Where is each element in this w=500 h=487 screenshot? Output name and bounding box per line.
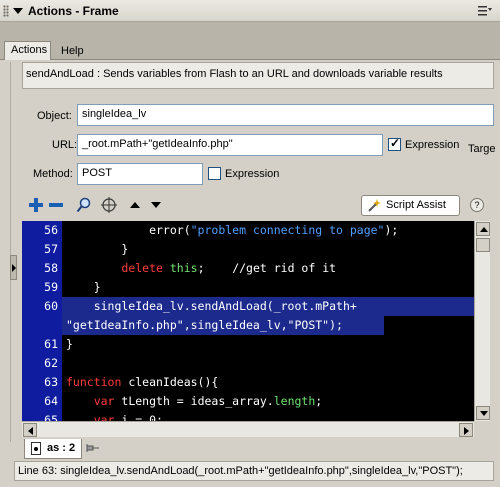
code-line-highlighted: 60 singleIdea_lv.sendAndLoad(_root.mPath… [22, 297, 474, 316]
horizontal-scrollbar[interactable] [22, 421, 474, 437]
pane-divider [10, 62, 11, 442]
action-description: sendAndLoad : Sends variables from Flash… [22, 62, 494, 89]
code-line: 65 var i = 0; [22, 411, 474, 421]
code-text: } [66, 337, 73, 351]
script-assist-label: Script Assist [386, 199, 446, 211]
code-text: error("problem connecting to page"); [66, 223, 399, 237]
scroll-down-icon[interactable] [476, 406, 490, 420]
code-text: "getIdeaInfo.php",singleIdea_lv,"POST"); [66, 318, 343, 332]
line-number: 63 [44, 375, 58, 389]
line-number: 64 [44, 394, 58, 408]
code-line: 59 } [22, 278, 474, 297]
remove-icon[interactable] [48, 197, 64, 213]
method-field[interactable]: POST [77, 163, 203, 185]
help-icon[interactable]: ? [470, 198, 484, 212]
scroll-thumb[interactable] [476, 238, 490, 252]
code-line: 58 delete this; //get rid of it [22, 259, 474, 278]
line-number: 62 [44, 356, 58, 370]
script-editor[interactable]: 56 error("problem connecting to page"); … [22, 221, 474, 421]
line-number: 57 [44, 242, 58, 256]
code-text: delete this; //get rid of it [121, 261, 337, 275]
move-up-icon[interactable] [127, 197, 143, 213]
object-label: Object: [37, 110, 72, 122]
magic-wand-icon [368, 199, 381, 212]
find-icon[interactable] [76, 197, 92, 213]
method-expression-checkbox[interactable] [208, 167, 221, 180]
method-label: Method: [33, 168, 73, 180]
script-tab-as2[interactable]: as : 2 [24, 439, 82, 459]
code-line: 61 } [22, 335, 474, 354]
script-tab-bar: as : 2 [22, 438, 494, 460]
scroll-up-icon[interactable] [476, 222, 490, 236]
move-down-icon[interactable] [148, 197, 164, 213]
script-assist-button[interactable]: Script Assist [361, 195, 460, 216]
code-line: 64 var tLength = ideas_array.length; [22, 392, 474, 411]
code-text: } [66, 280, 101, 294]
code-line: 62 [22, 354, 474, 373]
script-document-icon [31, 442, 41, 455]
url-field[interactable]: _root.mPath+"getIdeaInfo.php" [77, 134, 383, 156]
code-line-highlighted: "getIdeaInfo.php",singleIdea_lv,"POST"); [22, 316, 474, 335]
tab-help[interactable]: Help [55, 43, 90, 61]
code-text: var i = 0; [93, 413, 163, 421]
vertical-scrollbar[interactable] [474, 221, 490, 421]
expand-toolbox-handle[interactable] [10, 255, 17, 280]
status-bar: Line 63: singleIdea_lv.sendAndLoad(_root… [14, 461, 494, 481]
line-number: 59 [44, 280, 58, 294]
code-line: 63 function cleanIdeas(){ [22, 373, 474, 392]
panel-title: Actions - Frame [28, 4, 119, 18]
panel-menu-icon[interactable] [478, 5, 492, 17]
panel-titlebar[interactable]: Actions - Frame [0, 0, 500, 22]
url-expression-checkbox[interactable]: ✓ [388, 136, 401, 151]
url-label: URL: [52, 139, 78, 151]
script-tab-label: as : 2 [47, 442, 76, 454]
code-line: 57 } [22, 240, 474, 259]
line-number: 65 [44, 413, 58, 421]
line-number: 58 [44, 261, 58, 275]
scroll-right-icon[interactable] [459, 423, 473, 437]
method-expression-label: Expression [225, 168, 280, 180]
object-field[interactable]: singleIdea_lv [77, 104, 494, 126]
url-expression-label: Expression [405, 139, 460, 151]
add-icon[interactable] [28, 197, 44, 213]
code-text: function cleanIdeas(){ [66, 375, 219, 389]
tab-actions[interactable]: Actions [4, 41, 51, 61]
target-label-truncated: Targe [468, 143, 496, 155]
grip-icon[interactable] [3, 5, 9, 17]
code-text: var tLength = ideas_array.length; [93, 394, 323, 408]
checkmark-icon: ✓ [390, 136, 401, 150]
line-number: 60 [44, 299, 58, 313]
collapse-arrow-icon[interactable] [13, 8, 23, 14]
code-text: } [66, 242, 129, 256]
line-number: 56 [44, 223, 58, 237]
code-text: singleIdea_lv.sendAndLoad(_root.mPath+ [66, 299, 357, 313]
line-number: 61 [44, 337, 58, 351]
pin-script-icon[interactable] [86, 442, 100, 454]
target-icon[interactable] [101, 197, 117, 213]
scroll-left-icon[interactable] [23, 423, 37, 437]
code-line: 56 error("problem connecting to page"); [22, 221, 474, 240]
